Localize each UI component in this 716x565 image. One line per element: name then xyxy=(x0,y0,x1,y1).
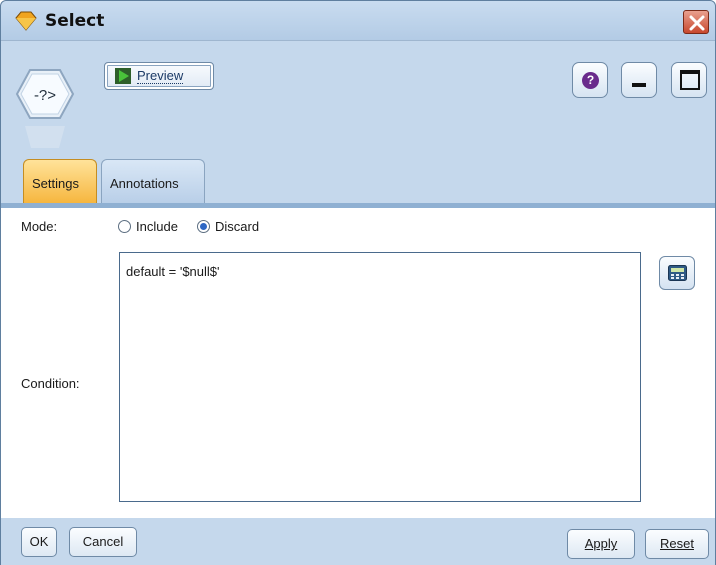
expression-builder-button[interactable] xyxy=(659,256,695,290)
condition-label: Condition: xyxy=(21,376,80,391)
condition-textarea[interactable]: default = '$null$' xyxy=(119,252,641,502)
title-bar[interactable]: Select xyxy=(1,1,715,41)
discard-radio[interactable] xyxy=(197,220,210,233)
reset-button[interactable]: Reset xyxy=(645,529,709,559)
select-dialog-window: Select -?> Preview ? Settings Annotation… xyxy=(0,0,716,565)
ok-button[interactable]: OK xyxy=(21,527,57,557)
help-icon: ? xyxy=(582,72,599,89)
tab-settings[interactable]: Settings xyxy=(23,159,97,203)
tab-annotations[interactable]: Annotations xyxy=(101,159,205,203)
window-title: Select xyxy=(45,11,105,31)
apply-button[interactable]: Apply xyxy=(567,529,635,559)
select-node-icon: -?> xyxy=(15,69,75,148)
maximize-button[interactable] xyxy=(671,62,707,98)
toolbar: -?> Preview ? xyxy=(1,42,715,162)
settings-panel: Mode: Include Discard Condition: default… xyxy=(1,208,715,518)
node-icon-glyph: -?> xyxy=(34,87,56,104)
mode-label: Mode: xyxy=(21,219,58,234)
cancel-button[interactable]: Cancel xyxy=(69,527,137,557)
play-icon xyxy=(115,68,131,84)
include-label[interactable]: Include xyxy=(136,219,178,234)
minimize-button[interactable] xyxy=(621,62,657,98)
diamond-node-icon xyxy=(15,11,37,31)
close-button[interactable] xyxy=(683,10,709,34)
minimize-icon xyxy=(632,83,646,87)
help-button[interactable]: ? xyxy=(572,62,608,98)
preview-button[interactable]: Preview xyxy=(104,62,214,90)
dialog-button-bar: OK Cancel Apply Reset xyxy=(1,518,715,565)
calculator-icon xyxy=(668,265,687,281)
maximize-icon xyxy=(680,70,700,90)
discard-label[interactable]: Discard xyxy=(215,219,259,234)
close-icon xyxy=(689,15,705,31)
include-radio[interactable] xyxy=(118,220,131,233)
preview-label: Preview xyxy=(137,68,184,84)
